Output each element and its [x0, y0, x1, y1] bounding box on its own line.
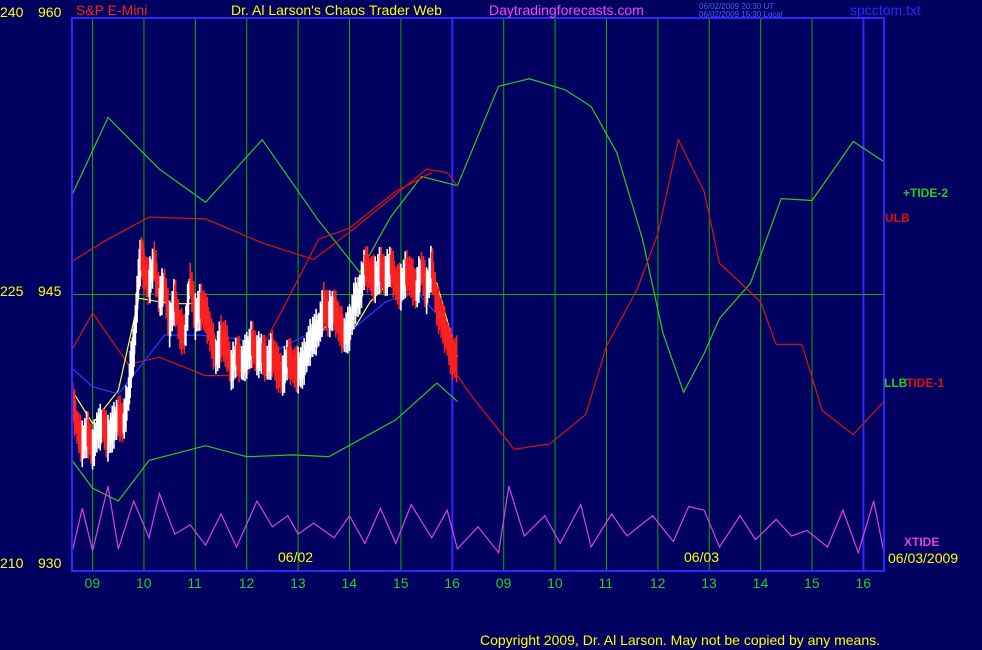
hour-tick-label: 16	[444, 575, 460, 591]
hour-tick-label: 11	[598, 575, 613, 591]
axis-outer-label-top: 240	[0, 4, 24, 20]
hour-tick-label: 12	[239, 575, 255, 591]
legend-xtide: XTIDE	[904, 535, 939, 549]
legend-tide1: TIDE-1	[906, 376, 944, 390]
time-local: 06/02/2009 15:30 Local	[699, 10, 783, 19]
hour-tick-label: 11	[187, 575, 202, 591]
legend-tide2: +TIDE-2	[903, 186, 948, 200]
date-label-1: 06/02	[278, 549, 313, 565]
price-bars	[71, 237, 458, 470]
file-name: spcctom.txt	[850, 2, 921, 18]
series-line-tide-1	[456, 288, 638, 450]
end-date-label: 06/03/2009	[888, 550, 958, 566]
legend-llb: LLB	[884, 376, 908, 390]
hour-tick-label: 09	[496, 575, 512, 591]
hour-tick-label: 10	[547, 575, 563, 591]
hour-tick-label: 13	[290, 575, 306, 591]
hour-tick-label: 14	[342, 575, 358, 591]
hour-tick-label: 13	[701, 575, 717, 591]
site-label: Daytradingforecasts.com	[489, 2, 644, 18]
axis-inner-label-bottom: 930	[38, 555, 62, 571]
page-title: Dr. Al Larson's Chaos Trader Web	[231, 2, 442, 18]
axis-inner-label-mid: 945	[38, 283, 62, 299]
axis-outer-label-bottom: 210	[0, 555, 24, 571]
hour-tick-label: 16	[855, 575, 871, 591]
series-line-ulb	[71, 168, 458, 262]
hour-tick-label: 10	[136, 575, 152, 591]
series-line-tide-2	[71, 78, 885, 394]
hour-tick-label: 14	[753, 575, 769, 591]
hour-tick-label: 12	[650, 575, 666, 591]
hour-tick-label: 15	[804, 575, 820, 591]
hour-tick-label: 09	[85, 575, 101, 591]
legend-ulb: ULB	[885, 211, 910, 225]
chart-window: S&P E-Mini Dr. Al Larson's Chaos Trader …	[0, 0, 982, 650]
axis-inner-label-top: 960	[38, 4, 62, 20]
date-label-2: 06/03	[684, 549, 719, 565]
price-chart: S&P E-Mini Dr. Al Larson's Chaos Trader …	[0, 2, 958, 648]
hour-tick-labels: 09 10 11 12 13 14 15 16 09 10 11 12 13 14 15 16	[85, 575, 872, 591]
copyright-text: Copyright 2009, Dr. Al Larson. May not b…	[480, 632, 880, 648]
axis-outer-label-mid: 225	[0, 283, 24, 299]
series-line-xtide	[71, 486, 885, 555]
hour-tick-label: 15	[393, 575, 409, 591]
symbol-label: S&P E-Mini	[76, 2, 147, 18]
